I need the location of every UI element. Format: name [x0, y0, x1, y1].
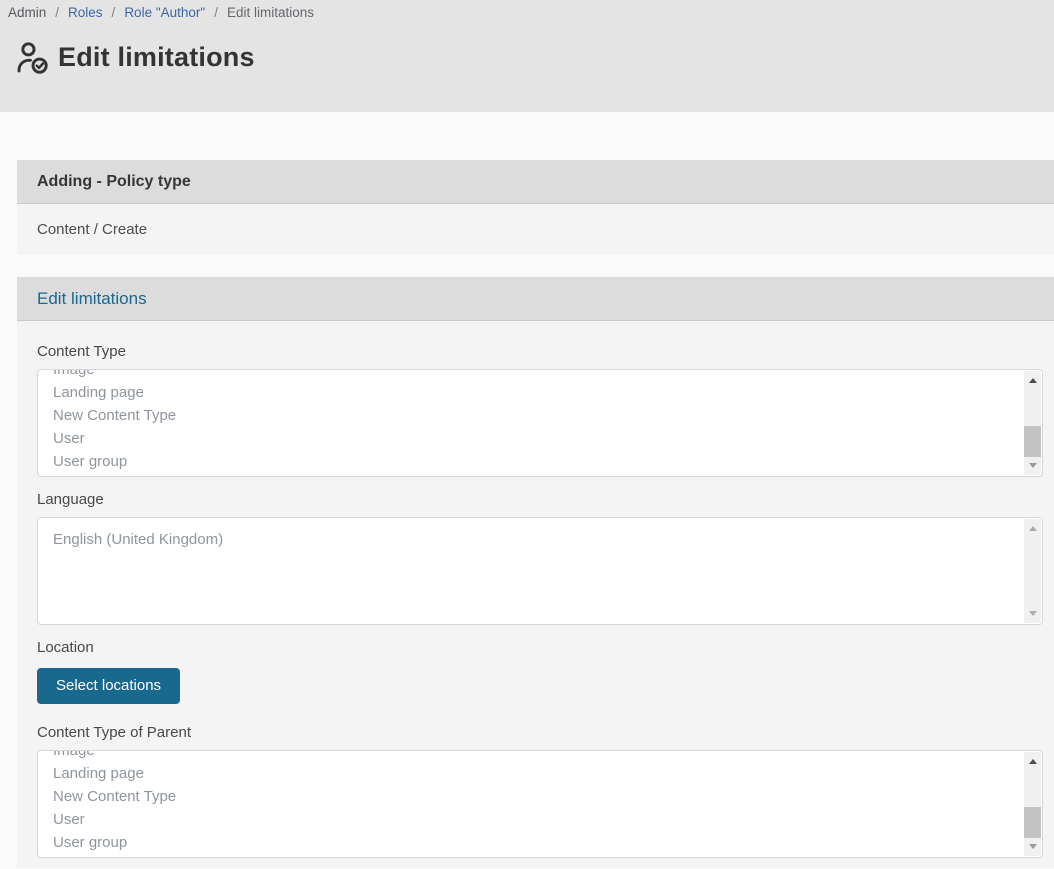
listbox-option[interactable]: User group [53, 450, 1042, 473]
edit-limitations-section: Edit limitations Content Type Image Land… [17, 277, 1054, 868]
user-check-icon [16, 41, 49, 74]
listbox-option[interactable]: Image [53, 369, 1042, 381]
scroll-down-arrow-icon[interactable] [1029, 463, 1037, 468]
scrollbar-thumb[interactable] [1024, 426, 1041, 457]
listbox-option[interactable]: English (United Kingdom) [53, 528, 1042, 551]
breadcrumb: Admin / Roles / Role "Author" / Edit lim… [8, 5, 1054, 20]
policy-section-body: Content / Create [17, 204, 1054, 255]
limitations-section-title: Edit limitations [37, 289, 147, 309]
main-content: Adding - Policy type Content / Create Ed… [0, 112, 1054, 868]
breadcrumb-link-role-author[interactable]: Role "Author" [124, 5, 205, 20]
breadcrumb-separator: / [112, 5, 116, 20]
content-type-options: Image Landing page New Content Type User… [38, 369, 1042, 473]
breadcrumb-item-admin: Admin [8, 5, 46, 20]
parent-content-type-options: Image Landing page New Content Type User… [38, 750, 1042, 854]
breadcrumb-separator: / [55, 5, 59, 20]
parent-content-type-label: Content Type of Parent [37, 704, 1043, 741]
scroll-up-arrow-icon[interactable] [1029, 378, 1037, 383]
breadcrumb-link-roles[interactable]: Roles [68, 5, 103, 20]
listbox-option[interactable]: Landing page [53, 381, 1042, 404]
scroll-down-arrow-icon[interactable] [1029, 844, 1037, 849]
listbox-option[interactable]: Image [53, 750, 1042, 762]
parent-content-type-listbox[interactable]: Image Landing page New Content Type User… [37, 750, 1043, 858]
page-header: Admin / Roles / Role "Author" / Edit lim… [0, 0, 1054, 112]
policy-value: Content / Create [37, 221, 147, 238]
scroll-down-arrow-icon[interactable] [1029, 611, 1037, 616]
edit-limitations-page: Admin / Roles / Role "Author" / Edit lim… [0, 0, 1054, 868]
content-type-label: Content Type [37, 321, 1043, 360]
page-title-text: Edit limitations [58, 42, 255, 73]
listbox-option[interactable]: User [53, 427, 1042, 450]
policy-section-header: Adding - Policy type [17, 160, 1054, 204]
limitations-section-header: Edit limitations [17, 277, 1054, 321]
spacer [0, 112, 1054, 160]
language-options: English (United Kingdom) [38, 518, 1042, 551]
content-type-listbox[interactable]: Image Landing page New Content Type User… [37, 369, 1043, 477]
limitations-section-body: Content Type Image Landing page New Cont… [17, 321, 1054, 868]
scroll-up-arrow-icon[interactable] [1029, 526, 1037, 531]
scrollbar-thumb[interactable] [1024, 807, 1041, 838]
scrollbar[interactable] [1024, 371, 1041, 475]
select-locations-button[interactable]: Select locations [37, 668, 180, 704]
language-label: Language [37, 477, 1043, 508]
policy-section-title: Adding - Policy type [37, 173, 191, 191]
scrollbar[interactable] [1024, 519, 1041, 623]
spacer [0, 255, 1054, 277]
listbox-option[interactable]: User group [53, 831, 1042, 854]
listbox-option[interactable]: New Content Type [53, 785, 1042, 808]
scroll-up-arrow-icon[interactable] [1029, 759, 1037, 764]
policy-type-section: Adding - Policy type Content / Create [17, 160, 1054, 255]
listbox-option[interactable]: Landing page [53, 762, 1042, 785]
breadcrumb-item-current: Edit limitations [227, 5, 314, 20]
page-title: Edit limitations [16, 41, 1054, 74]
scrollbar[interactable] [1024, 752, 1041, 856]
breadcrumb-separator: / [214, 5, 218, 20]
listbox-option[interactable]: User [53, 808, 1042, 831]
location-label: Location [37, 625, 1043, 656]
listbox-option[interactable]: New Content Type [53, 404, 1042, 427]
language-listbox[interactable]: English (United Kingdom) [37, 517, 1043, 625]
